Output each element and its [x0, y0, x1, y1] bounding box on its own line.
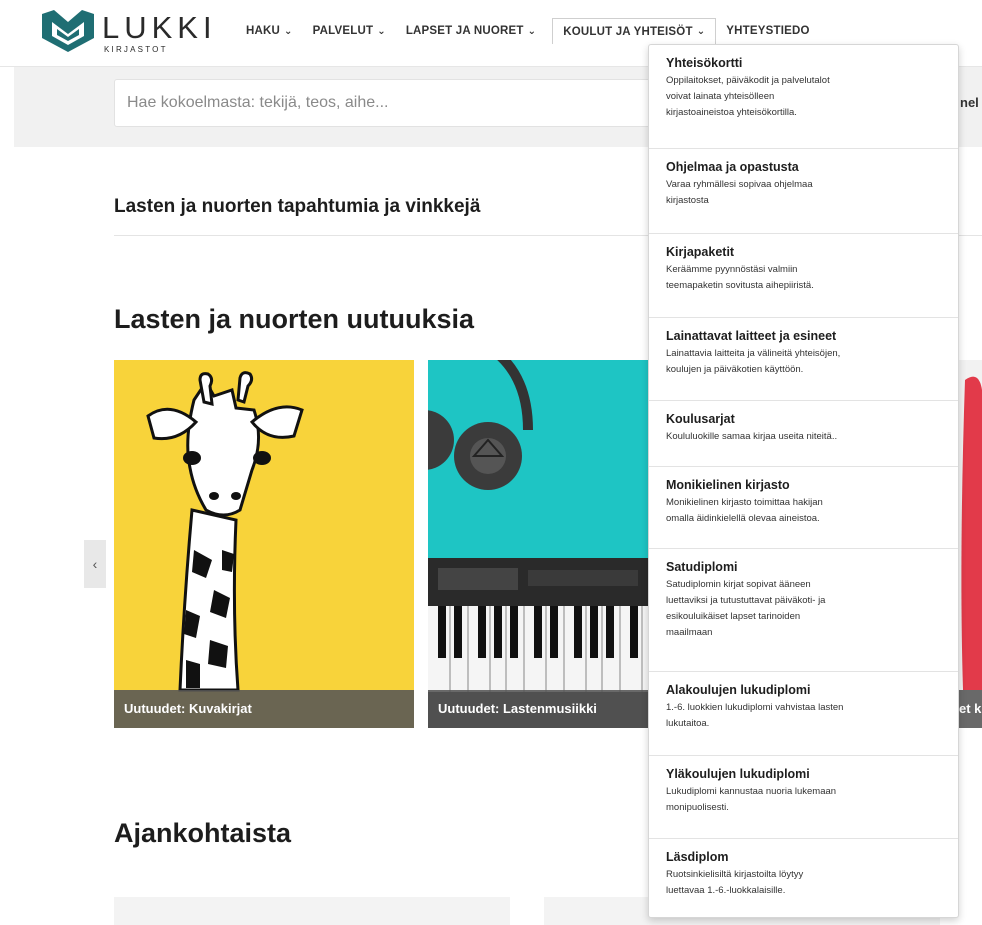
lukki-logo[interactable]: LUKKI KIRJASTOT — [40, 8, 212, 54]
dropdown-item-desc: Monikielinen kirjasto toimittaa hakijan … — [666, 497, 823, 524]
nav-item-label: HAKU — [246, 25, 281, 37]
dropdown-item-title: Monikielinen kirjasto — [666, 478, 790, 492]
carousel-card[interactable]: et ki — [959, 360, 982, 728]
dropdown-item-desc: Ruotsinkielisiltä kirjastoilta löytyy lu… — [666, 869, 804, 896]
dropdown-item-desc: Keräämme pyynnöstäsi valmiin teemapaketi… — [666, 264, 814, 291]
current-heading: Ajankohtaista — [114, 818, 292, 848]
headphones-keyboard-photo — [428, 360, 658, 728]
dropdown-item-lasdiplom[interactable]: Läsdiplom Ruotsinkielisiltä kirjastoilta… — [649, 838, 958, 917]
dropdown-item-desc: 1.-6. luokkien lukudiplomi vahvistaa las… — [666, 702, 844, 729]
chevron-left-icon: ‹ — [92, 556, 98, 572]
chevron-down-icon: ⌄ — [527, 25, 537, 37]
dropdown-item-title: Lainattavat laitteet ja esineet — [666, 329, 837, 343]
koulut-ja-yhteisot-dropdown: Yhteisökortti Oppilaitokset, päiväkodit … — [648, 44, 959, 918]
events-heading[interactable]: Lasten ja nuorten tapahtumia ja vinkkejä — [114, 196, 664, 218]
dropdown-item-title: Kirjapaketit — [666, 245, 735, 259]
search-placeholder: Hae kokoelmasta: tekijä, teos, aihe... — [127, 94, 389, 111]
dropdown-item-alakoulujen-lukudiplomi[interactable]: Alakoulujen lukudiplomi 1.-6. luokkien l… — [649, 671, 958, 755]
nav-item-koulut-ja-yhteisot[interactable]: KOULUT JA YHTEISÖT ⌄ — [552, 18, 717, 44]
news-heading: Lasten ja nuorten uutuuksia — [114, 304, 475, 334]
carousel-card[interactable]: Uutuudet: Lastenmusiikki — [428, 360, 658, 728]
chevron-down-icon: ⌄ — [696, 26, 706, 37]
dropdown-item-title: Koulusarjat — [666, 412, 735, 426]
logo-subtitle: KIRJASTOT — [104, 45, 168, 54]
dropdown-item-desc: Oppilaitokset, päiväkodit ja palvelutalo… — [666, 75, 830, 118]
dropdown-item-kirjapaketit[interactable]: Kirjapaketit Keräämme pyynnöstäsi valmii… — [649, 233, 958, 317]
dropdown-item-desc: Lainattavia laitteita ja välineitä yhtei… — [666, 348, 841, 375]
dropdown-item-title: Yhteisökortti — [666, 56, 743, 70]
lukki-logo-icon — [42, 10, 94, 52]
dropdown-item-title: Alakoulujen lukudiplomi — [666, 683, 811, 697]
chevron-down-icon: ⌄ — [284, 25, 293, 37]
logo-wordmark: LUKKI — [102, 10, 217, 45]
red-object-photo — [959, 360, 982, 728]
card-caption: Uutuudet: Kuvakirjat — [114, 690, 414, 728]
nav-item-lapset-ja-nuoret[interactable]: LAPSET JA NUORET ⌄ — [396, 18, 546, 44]
news-card[interactable] — [114, 897, 510, 925]
dropdown-item-ohjelmaa-ja-opastusta[interactable]: Ohjelmaa ja opastusta Varaa ryhmällesi s… — [649, 148, 958, 233]
dropdown-item-monikielinen-kirjasto[interactable]: Monikielinen kirjasto Monikielinen kirja… — [649, 466, 958, 548]
main-nav: HAKU ⌄ PALVELUT ⌄ LAPSET JA NUORET ⌄ KOU… — [236, 18, 820, 44]
dropdown-item-desc: Lukudiplomi kannustaa nuoria lukemaan mo… — [666, 786, 837, 813]
dropdown-item-koulusarjat[interactable]: Koulusarjat Koululuokille samaa kirjaa u… — [649, 400, 958, 466]
dropdown-item-satudiplomi[interactable]: Satudiplomi Satudiplomin kirjat sopivat … — [649, 548, 958, 671]
nav-item-label: PALVELUT — [312, 25, 374, 37]
nav-item-haku[interactable]: HAKU ⌄ — [236, 18, 303, 44]
dropdown-item-desc: Koululuokille samaa kirjaa useita niteit… — [666, 431, 838, 442]
search-side-link[interactable]: nel — [960, 95, 979, 110]
dropdown-item-yhteisokortti[interactable]: Yhteisökortti Oppilaitokset, päiväkodit … — [649, 45, 958, 148]
dropdown-item-lainattavat-laitteet[interactable]: Lainattavat laitteet ja esineet Lainatta… — [649, 317, 958, 400]
nav-item-yhteystiedot[interactable]: YHTEYSTIEDO — [716, 18, 819, 44]
dropdown-item-desc: Satudiplomin kirjat sopivat ääneen luett… — [666, 579, 826, 638]
nav-item-label: KOULUT JA YHTEISÖT — [563, 25, 693, 38]
card-caption: Uutuudet: Lastenmusiikki — [428, 690, 658, 728]
chevron-down-icon: ⌄ — [377, 25, 386, 37]
dropdown-item-desc: Varaa ryhmällesi sopivaa ohjelmaa kirjas… — [666, 179, 813, 206]
dropdown-item-title: Satudiplomi — [666, 560, 738, 574]
dropdown-item-title: Yläkoulujen lukudiplomi — [666, 767, 810, 781]
carousel-card[interactable]: Uutuudet: Kuvakirjat — [114, 360, 414, 728]
search-input[interactable]: Hae kokoelmasta: tekijä, teos, aihe... — [114, 79, 674, 127]
giraffe-illustration — [146, 371, 304, 692]
dropdown-item-title: Ohjelmaa ja opastusta — [666, 160, 799, 174]
nav-item-palvelut[interactable]: PALVELUT ⌄ — [303, 18, 396, 44]
nav-item-label: LAPSET JA NUORET — [405, 25, 524, 37]
dropdown-item-title: Läsdiplom — [666, 850, 729, 864]
carousel-prev-button[interactable]: ‹ — [84, 540, 106, 588]
nav-item-label: YHTEYSTIEDO — [726, 25, 810, 37]
card-caption: et ki — [959, 690, 982, 728]
dropdown-item-ylakoulujen-lukudiplomi[interactable]: Yläkoulujen lukudiplomi Lukudiplomi kann… — [649, 755, 958, 838]
